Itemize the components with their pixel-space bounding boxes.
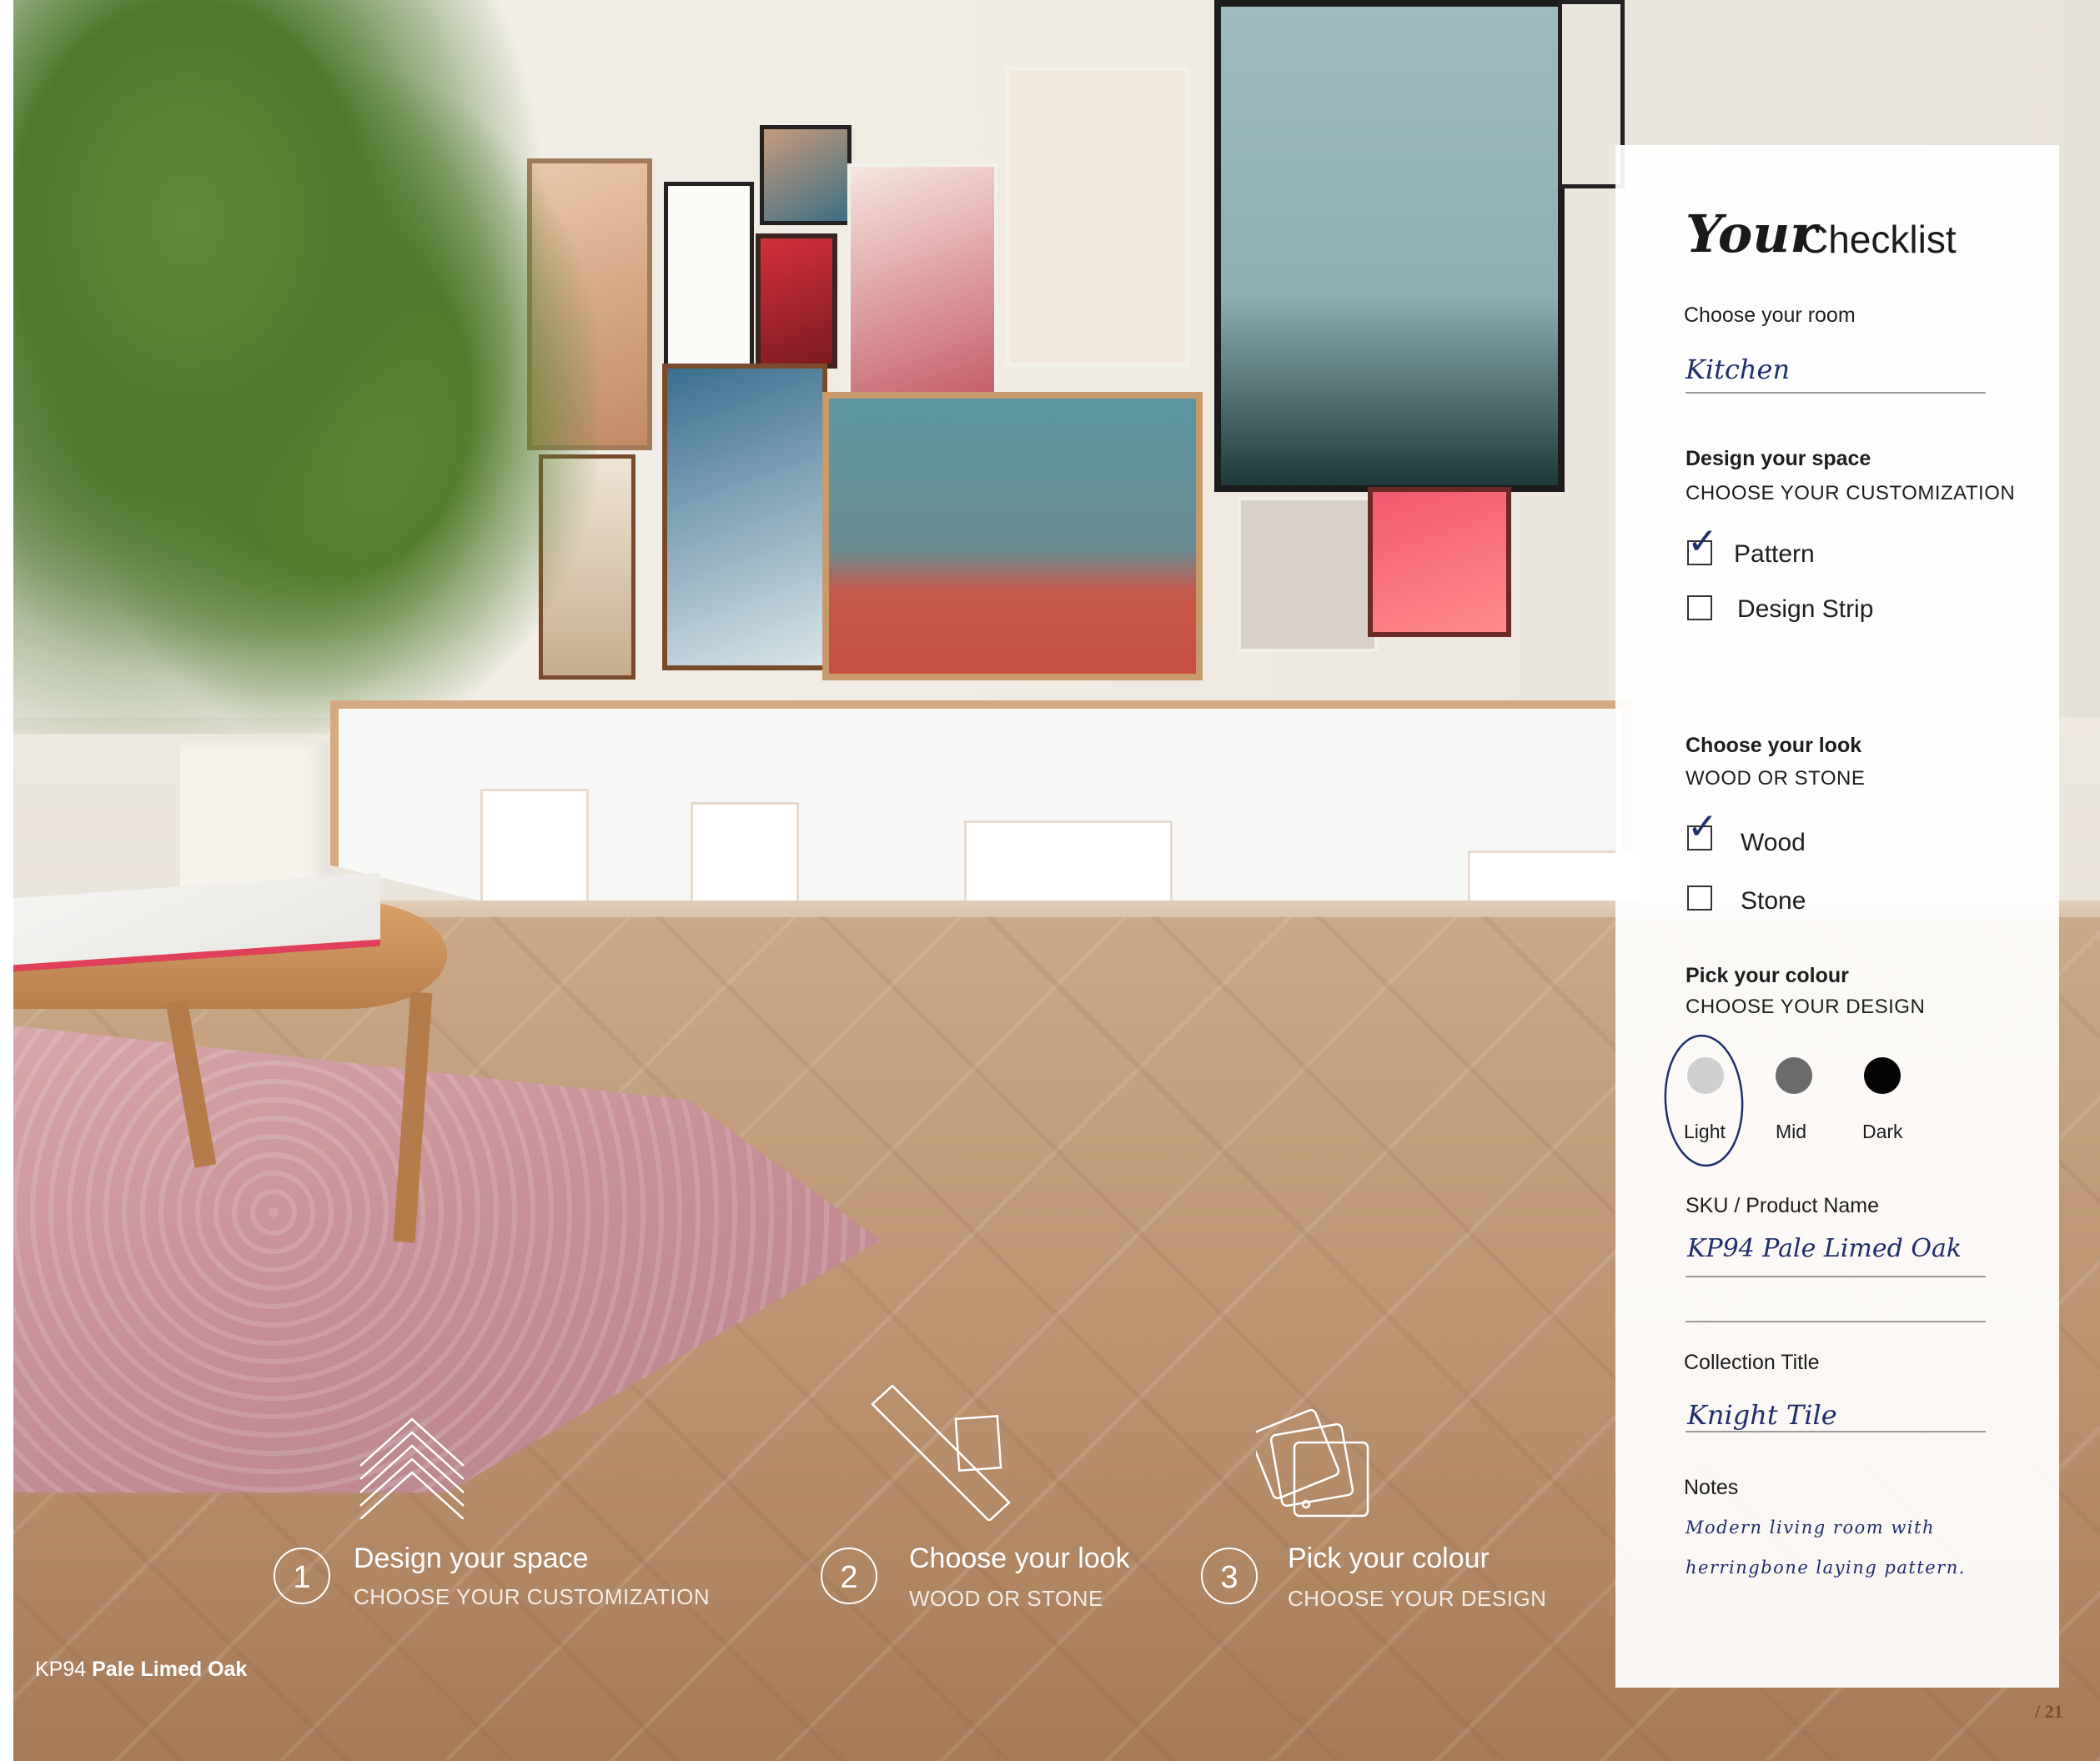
plank-and-tile-icon — [871, 1384, 1011, 1521]
step-title-choose-look: Choose your look — [909, 1543, 1130, 1574]
design-strip-label: Design Strip — [1737, 595, 1874, 623]
step-subtitle-customization: CHOOSE YOUR CUSTOMIZATION — [354, 1584, 711, 1609]
step-title-pick-colour: Pick your colour — [1288, 1543, 1490, 1574]
sku-value[interactable]: KP94 Pale Limed Oak — [1687, 1234, 1962, 1263]
space-heading: Design your space — [1686, 447, 1871, 470]
step-number-2: 2 — [821, 1548, 877, 1604]
light-label: Light — [1684, 1121, 1726, 1142]
wood-checkmark-icon: ✓ — [1687, 805, 1718, 848]
colour-heading: Pick your colour — [1686, 964, 1849, 987]
stone-label: Stone — [1741, 887, 1806, 915]
notes-line-2[interactable]: herringbone laying pattern. — [1686, 1558, 1966, 1578]
look-subheading: WOOD OR STONE — [1686, 767, 1866, 790]
light-swatch[interactable] — [1687, 1057, 1724, 1094]
step-subtitle-wood-stone: WOOD OR STONE — [909, 1586, 1103, 1611]
artwork-frame — [664, 182, 754, 370]
step-title-design-space: Design your space — [354, 1543, 589, 1574]
caption-code: KP94 — [35, 1658, 87, 1681]
artwork-frame — [1368, 487, 1511, 637]
dark-swatch[interactable] — [1864, 1057, 1901, 1094]
sku-underline-2 — [1686, 1321, 1986, 1322]
colour-swatches-icon — [1256, 1408, 1369, 1518]
pattern-label: Pattern — [1734, 540, 1815, 568]
artwork-frame — [1006, 67, 1189, 367]
collection-value[interactable]: Knight Tile — [1687, 1399, 1837, 1431]
notes-label: Notes — [1684, 1476, 1739, 1499]
page-number: / 21 — [2035, 1701, 2063, 1722]
artwork-frame — [756, 233, 837, 369]
artwork-frame — [1238, 497, 1378, 652]
brochure-page: 1 Design your space CHOOSE YOUR CUSTOMIZ… — [0, 0, 2100, 1761]
artwork-frame — [760, 125, 852, 225]
collection-underline — [1686, 1431, 1986, 1432]
pattern-checkmark-icon: ✓ — [1687, 520, 1718, 563]
herringbone-chevron-icon — [359, 1417, 465, 1519]
look-heading: Choose your look — [1686, 734, 1862, 757]
checklist-panel: Your Checklist Choose your room Kitchen … — [1615, 145, 2059, 1688]
design-strip-checkbox[interactable] — [1687, 595, 1712, 620]
stone-checkbox[interactable] — [1687, 886, 1712, 911]
step-subtitle-design: CHOOSE YOUR DESIGN — [1288, 1586, 1547, 1611]
artwork-frame — [847, 163, 997, 405]
notes-line-1[interactable]: Modern living room with — [1686, 1518, 1935, 1538]
colour-subheading: CHOOSE YOUR DESIGN — [1686, 996, 1926, 1018]
artwork-frame — [662, 364, 827, 670]
product-caption: KP94 Pale Limed Oak — [35, 1658, 247, 1682]
dark-label: Dark — [1862, 1121, 1903, 1142]
artwork-frame — [822, 392, 1203, 680]
caption-name: Pale Limed Oak — [92, 1658, 248, 1681]
room-value[interactable]: Kitchen — [1686, 354, 1790, 385]
mid-swatch[interactable] — [1776, 1057, 1812, 1094]
sku-label: SKU / Product Name — [1686, 1194, 1880, 1217]
collection-label: Collection Title — [1684, 1351, 1820, 1374]
artwork-frame — [1214, 0, 1565, 492]
sku-underline — [1686, 1276, 1986, 1277]
checklist-title-script: Your — [1686, 203, 1817, 264]
artwork-frame — [1558, 0, 1625, 188]
step-number-3: 3 — [1201, 1548, 1258, 1604]
space-subheading: CHOOSE YOUR CUSTOMIZATION — [1686, 482, 2016, 504]
step-number-1: 1 — [274, 1548, 330, 1604]
checklist-title: Checklist — [1801, 218, 1957, 261]
ficus-tree — [13, 0, 597, 734]
room-label: Choose your room — [1684, 304, 1856, 327]
selection-circle-icon — [1664, 1034, 1744, 1167]
mid-label: Mid — [1776, 1121, 1807, 1142]
room-underline — [1686, 392, 1986, 394]
wood-label: Wood — [1741, 829, 1806, 856]
